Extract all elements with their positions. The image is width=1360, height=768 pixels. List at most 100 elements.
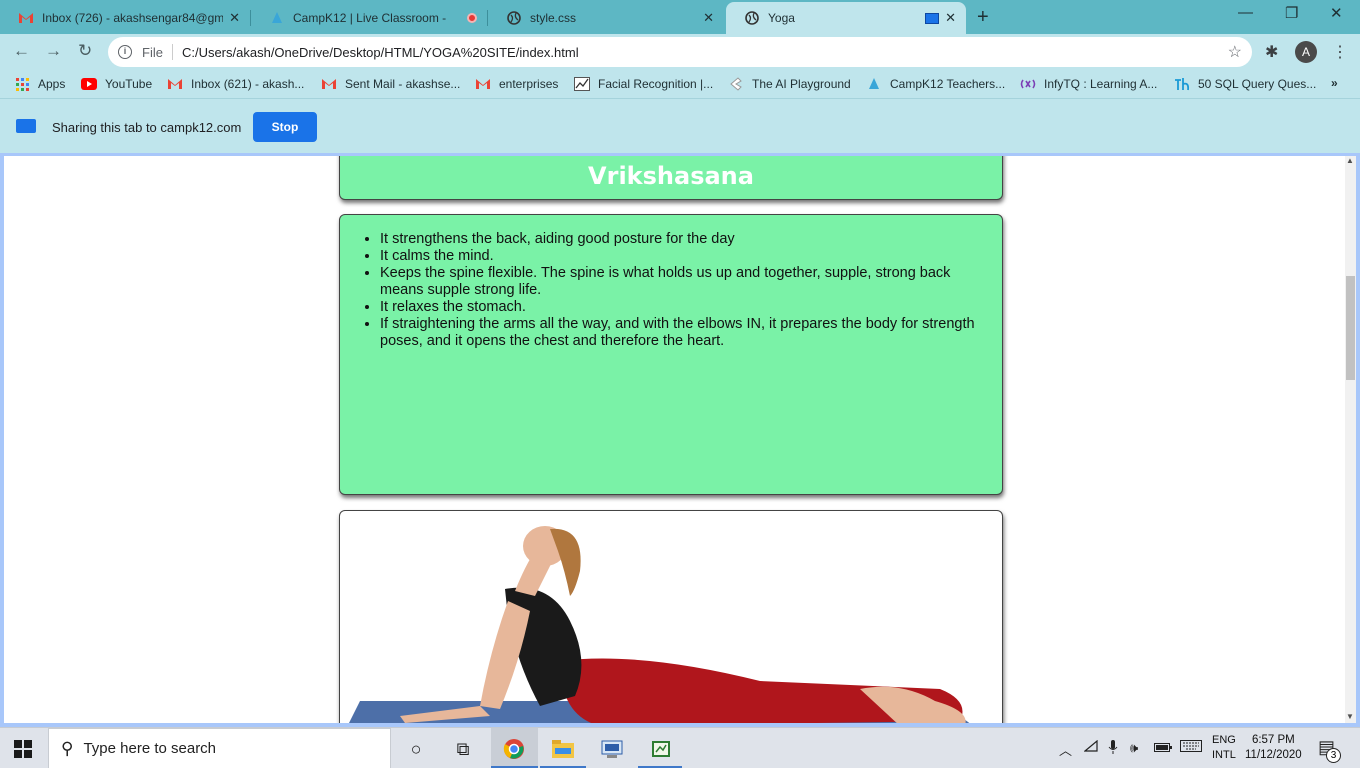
system-clock[interactable]: 6:57 PM 11/12/2020: [1245, 733, 1302, 763]
list-item: It calms the mind.: [380, 248, 994, 265]
bookmark-label: Inbox (621) - akash...: [191, 77, 305, 91]
bookmark-label: YouTube: [105, 77, 153, 91]
file-explorer-icon[interactable]: [550, 736, 576, 762]
address-bar[interactable]: i File C:/Users/akash/OneDrive/Desktop/H…: [108, 37, 1252, 67]
list-item: It strengthens the back, aiding good pos…: [380, 231, 994, 248]
control-panel-icon[interactable]: [599, 736, 625, 762]
browser-toolbar: ← → ↻ i File C:/Users/akash/OneDrive/Des…: [0, 34, 1360, 70]
tab-title: Yoga: [768, 11, 795, 25]
keyboard-icon[interactable]: [1180, 740, 1202, 755]
bookmark-star-icon[interactable]: ☆: [1228, 42, 1242, 62]
bookmark-apps[interactable]: Apps: [14, 76, 65, 92]
divider: [171, 44, 173, 60]
bookmark-label: InfyTQ : Learning A...: [1044, 77, 1158, 91]
bookmark-label: CampK12 Teachers...: [890, 77, 1006, 91]
tab-title: style.css: [530, 11, 577, 25]
infytq-icon: [1020, 76, 1036, 92]
search-placeholder: Type here to search: [83, 740, 217, 757]
list-item: It relaxes the stomach.: [380, 299, 994, 316]
menu-dots-icon[interactable]: ⋮: [1332, 42, 1348, 62]
bookmark-inbox[interactable]: Inbox (621) - akash...: [167, 76, 304, 92]
taskbar-search-box[interactable]: ⚲ Type here to search: [48, 728, 391, 768]
search-icon: ⚲: [61, 738, 74, 758]
windows-taskbar: ⚲ Type here to search ○ ⧉ ︿ 🕪 ENG INTL 6…: [0, 727, 1360, 768]
recording-icon: [467, 13, 477, 23]
vertical-scrollbar[interactable]: ▲ ▼: [1345, 156, 1356, 723]
benefits-list: It strengthens the back, aiding good pos…: [380, 231, 994, 350]
chrome-icon[interactable]: [501, 736, 527, 762]
restore-icon[interactable]: ❐: [1285, 4, 1298, 22]
language-indicator[interactable]: ENG INTL: [1212, 733, 1236, 763]
list-item: Keeps the spine flexible. The spine is w…: [380, 265, 994, 299]
tab-style-css[interactable]: style.css ✕: [488, 2, 724, 34]
bookmark-infytq[interactable]: InfyTQ : Learning A...: [1020, 76, 1157, 92]
shared-tab-frame: Vrikshasana It strengthens the back, aid…: [0, 153, 1360, 727]
scrollbar-thumb[interactable]: [1346, 276, 1355, 380]
chart-icon: [574, 76, 590, 92]
bookmark-youtube[interactable]: YouTube: [81, 76, 152, 92]
tab-yoga[interactable]: Yoga ✕: [726, 2, 966, 34]
globe-icon: [506, 10, 522, 26]
bookmark-label: enterprises: [499, 77, 559, 91]
microphone-icon[interactable]: [1108, 740, 1118, 758]
scroll-up-icon[interactable]: ▲: [1346, 156, 1354, 165]
bookmark-enterprises[interactable]: enterprises: [475, 76, 558, 92]
yoga-pose-image: [349, 526, 970, 723]
close-tab-icon[interactable]: ✕: [945, 10, 956, 26]
show-hidden-icons-icon[interactable]: ︿: [1059, 740, 1072, 759]
bookmark-label: Facial Recognition |...: [598, 77, 714, 91]
minimize-icon[interactable]: —: [1238, 4, 1253, 21]
apps-grid-icon: [14, 76, 30, 92]
url-text[interactable]: C:/Users/akash/OneDrive/Desktop/HTML/YOG…: [182, 45, 579, 60]
list-item: If straightening the arms all the way, a…: [380, 316, 994, 350]
ai-playground-icon: [728, 76, 744, 92]
new-tab-button[interactable]: +: [977, 6, 989, 29]
close-tab-icon[interactable]: ✕: [229, 10, 240, 26]
campk12-icon: [269, 10, 285, 26]
sharing-infobar: Sharing this tab to campk12.com Stop: [0, 98, 1360, 153]
tab-gmail-inbox[interactable]: Inbox (726) - akashsengar84@gm ✕: [0, 2, 250, 34]
clock-time: 6:57 PM: [1251, 734, 1295, 746]
bookmark-facial-recognition[interactable]: Facial Recognition |...: [574, 76, 713, 92]
battery-icon[interactable]: [1154, 740, 1172, 755]
more-bookmarks-icon[interactable]: »: [1331, 76, 1338, 90]
cortana-icon[interactable]: ○: [403, 736, 429, 762]
bookmark-sql-queries[interactable]: 50 SQL Query Ques...: [1174, 76, 1316, 92]
scroll-down-icon[interactable]: ▼: [1346, 712, 1354, 721]
casting-icon: [925, 12, 940, 24]
stop-sharing-button[interactable]: Stop: [253, 112, 317, 142]
pose-image-card: [339, 510, 1003, 723]
wifi-icon[interactable]: [1083, 739, 1098, 755]
page-viewport: Vrikshasana It strengthens the back, aid…: [4, 156, 1356, 723]
reload-icon[interactable]: ↻: [78, 41, 92, 61]
language-code: ENG: [1212, 734, 1236, 746]
bookmark-sent-mail[interactable]: Sent Mail - akashse...: [321, 76, 460, 92]
tab-title: CampK12 | Live Classroom -: [293, 11, 447, 25]
close-window-icon[interactable]: ✕: [1330, 4, 1343, 22]
windows-start-icon[interactable]: [14, 740, 32, 758]
bookmark-campk12-teachers[interactable]: CampK12 Teachers...: [866, 76, 1005, 92]
back-icon[interactable]: ←: [13, 41, 30, 61]
clock-date: 11/12/2020: [1245, 749, 1302, 761]
keyboard-layout: INTL: [1212, 749, 1236, 761]
profile-avatar[interactable]: A: [1295, 41, 1317, 63]
close-tab-icon[interactable]: ✕: [703, 10, 714, 26]
bookmark-label: The AI Playground: [752, 77, 851, 91]
bookmark-label: 50 SQL Query Ques...: [1198, 77, 1317, 91]
globe-icon: [744, 10, 760, 26]
extensions-icon[interactable]: ✱: [1265, 42, 1278, 62]
scheme-label: File: [142, 44, 163, 60]
forward-icon[interactable]: →: [45, 41, 62, 61]
youtube-icon: [81, 76, 97, 92]
task-view-icon[interactable]: ⧉: [450, 736, 476, 762]
sharing-text: Sharing this tab to campk12.com: [52, 120, 242, 135]
pose-title-card: Vrikshasana: [339, 156, 1003, 200]
info-icon[interactable]: i: [118, 45, 132, 59]
screen-share-icon: [16, 119, 36, 133]
pose-title: Vrikshasana: [588, 162, 754, 190]
volume-icon[interactable]: 🕪: [1130, 740, 1138, 756]
bookmark-ai-playground[interactable]: The AI Playground: [728, 76, 851, 92]
notepad-icon[interactable]: [648, 736, 674, 762]
tab-campk12-live[interactable]: CampK12 | Live Classroom -: [251, 2, 487, 34]
tab-strip: Inbox (726) - akashsengar84@gm ✕ CampK12…: [0, 0, 1360, 34]
